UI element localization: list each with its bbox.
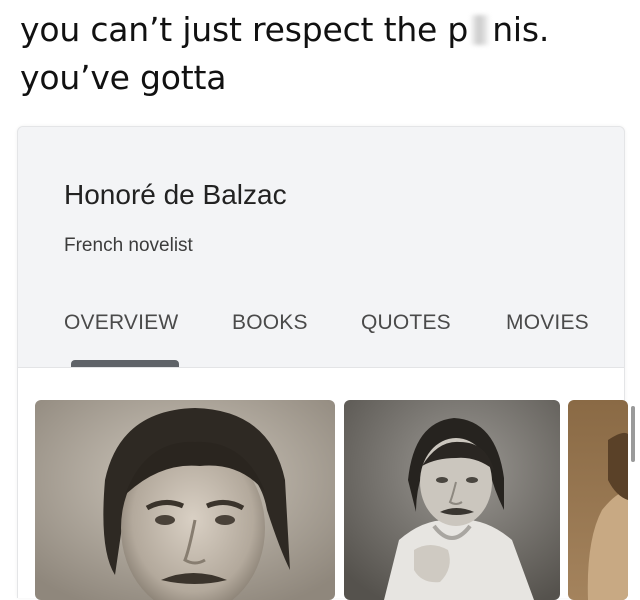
entity-title: Honoré de Balzac — [64, 179, 287, 210]
meme-caption: you can’t just respect the p nis. you’ve … — [20, 6, 620, 102]
tab-books[interactable]: BOOKS — [232, 311, 308, 335]
tab-overview[interactable]: OVERVIEW — [64, 311, 178, 335]
entity-tabs: OVERVIEW BOOKS QUOTES MOVIES — [18, 311, 624, 351]
caption-line-1: you can’t just respect the p nis. — [20, 6, 620, 54]
tab-movies[interactable]: MOVIES — [506, 311, 589, 335]
portrait-photo-icon — [35, 400, 335, 600]
knowledge-panel: Honoré de Balzac French novelist OVERVIE… — [17, 126, 628, 600]
portrait-photo-icon — [568, 400, 628, 600]
scrollbar-thumb[interactable] — [631, 406, 635, 462]
portrait-photo-3[interactable] — [568, 400, 628, 600]
censor-blur — [471, 15, 490, 45]
caption-line-2: you’ve gotta — [20, 58, 227, 97]
knowledge-panel-header: Honoré de Balzac French novelist OVERVIE… — [18, 127, 624, 367]
portrait-photo-2[interactable] — [344, 400, 560, 600]
entity-subtitle: French novelist — [64, 235, 193, 256]
tab-quotes[interactable]: QUOTES — [361, 311, 451, 335]
caption-text-after-blur: nis. — [492, 10, 550, 49]
portrait-photo-icon — [344, 400, 560, 600]
caption-text-before-blur: you can’t just respect the p — [20, 10, 469, 49]
portrait-photo-1[interactable] — [35, 400, 335, 600]
selected-tab-indicator — [71, 360, 179, 367]
image-carousel — [18, 367, 628, 600]
